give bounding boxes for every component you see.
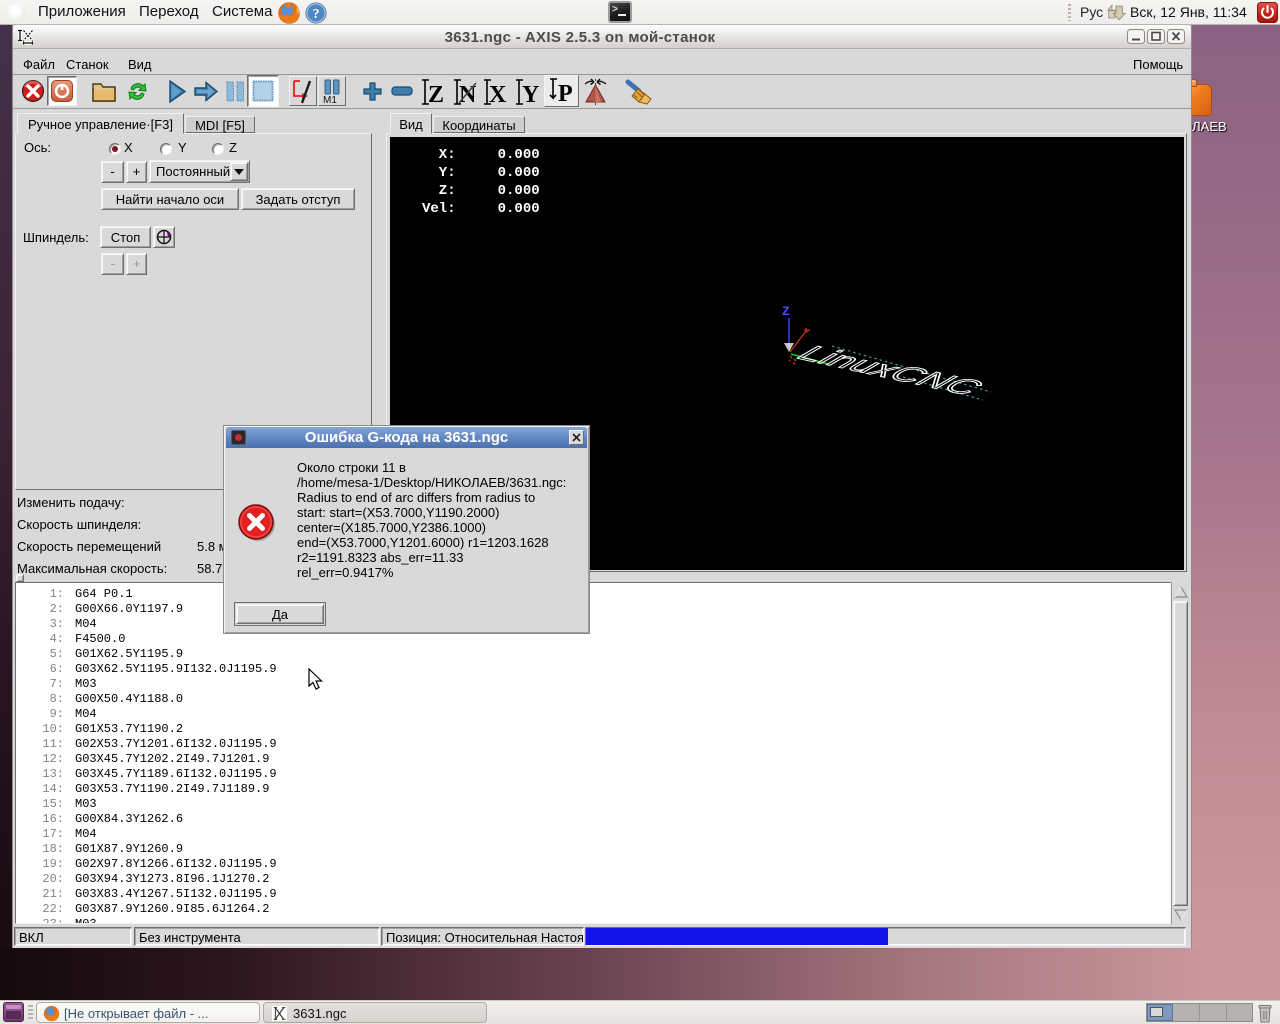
svg-text:Z: Z	[782, 304, 790, 319]
svg-text:?: ?	[313, 7, 320, 22]
svg-text:LinuxCNC: LinuxCNC	[791, 341, 990, 400]
svg-text:M1: M1	[323, 95, 337, 105]
svg-text:Z: Z	[428, 82, 444, 105]
svg-text:P: P	[558, 81, 573, 106]
svg-text:X: X	[489, 82, 507, 105]
svg-text:Y: Y	[522, 82, 539, 105]
